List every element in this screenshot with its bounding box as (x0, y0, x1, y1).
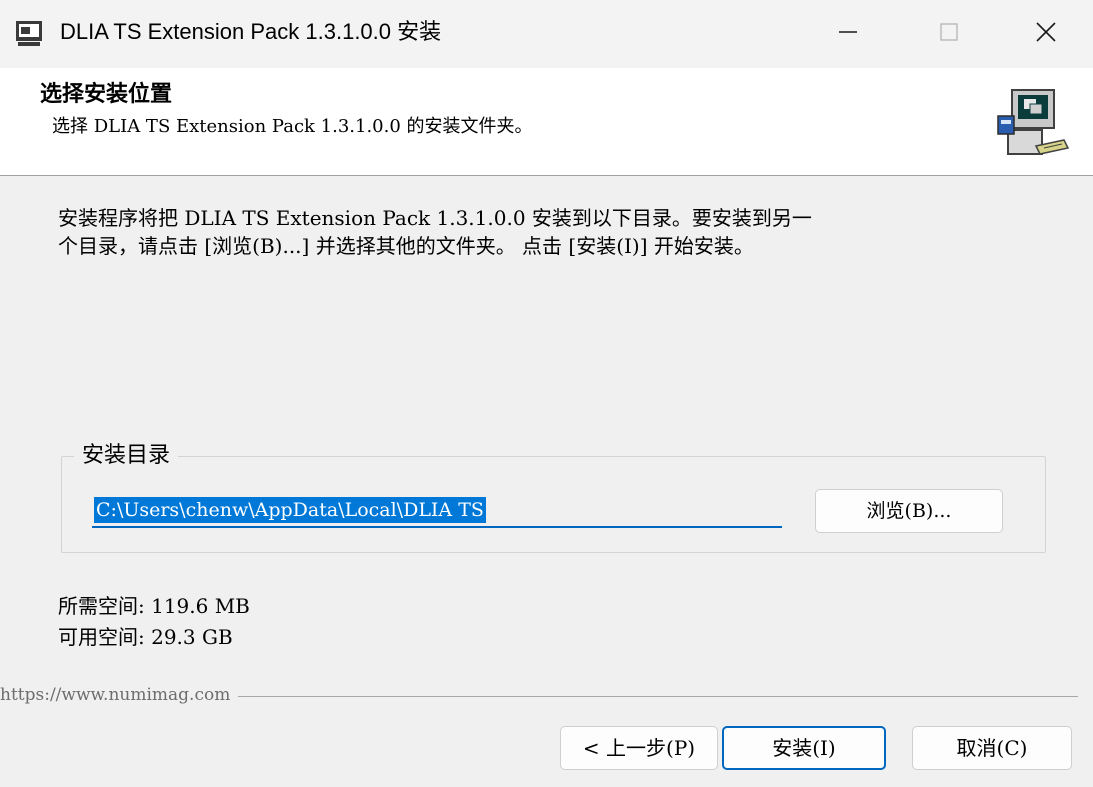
install-button[interactable]: 安装(I) (722, 726, 886, 770)
space-available: 可用空间: 29.3 GB (58, 625, 233, 649)
minimize-button[interactable] (818, 6, 878, 62)
close-icon (1034, 20, 1058, 48)
back-button[interactable]: < 上一步(P) (560, 726, 718, 770)
window-title: DLIA TS Extension Pack 1.3.1.0.0 安装 (60, 19, 442, 44)
browse-button[interactable]: 浏览(B)... (815, 489, 1003, 533)
minimize-icon (837, 21, 859, 47)
branding-text: https://www.numimag.com (0, 684, 239, 706)
space-required: 所需空间: 119.6 MB (58, 594, 250, 618)
installer-app-icon (14, 18, 44, 48)
page-title: 选择安装位置 (40, 82, 173, 107)
page-header: 选择安装位置 选择 DLIA TS Extension Pack 1.3.1.0… (0, 68, 1093, 176)
close-button[interactable] (1016, 6, 1076, 62)
installer-computer-icon (990, 82, 1070, 162)
title-bar: DLIA TS Extension Pack 1.3.1.0.0 安装 (0, 0, 1093, 68)
instruction-text: 安装程序将把 DLIA TS Extension Pack 1.3.1.0.0 … (58, 206, 812, 258)
install-path-input[interactable]: C:\Users\chenw\AppData\Local\DLIA TS (92, 496, 782, 528)
page-subtitle: 选择 DLIA TS Extension Pack 1.3.1.0.0 的安装文… (52, 116, 533, 137)
install-path-value[interactable]: C:\Users\chenw\AppData\Local\DLIA TS (94, 497, 486, 523)
maximize-button[interactable] (919, 6, 979, 62)
cancel-button[interactable]: 取消(C) (912, 726, 1072, 770)
install-dir-label: 安装目录 (74, 441, 179, 471)
maximize-icon (938, 21, 960, 47)
